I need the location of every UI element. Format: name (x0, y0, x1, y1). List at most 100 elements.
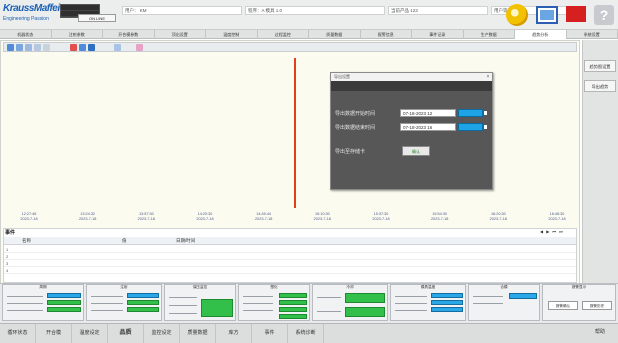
time-tick-label: 15:10:30 2023-7-18 (313, 212, 331, 221)
stop-icon[interactable] (70, 44, 77, 51)
panel-title: 注射 (120, 285, 128, 289)
online-button[interactable]: ON LINE (78, 14, 116, 22)
time-tick-label: 15:37:30 2023-7-18 (372, 212, 390, 221)
tab-ejector[interactable]: 顶出设置 (155, 30, 206, 39)
tab-injection[interactable]: 注射参数 (52, 30, 103, 39)
list-item[interactable]: 2 (4, 253, 576, 260)
column-datetime[interactable]: 日期/时间 (176, 238, 195, 244)
pan-icon[interactable] (25, 44, 32, 51)
nav-mold[interactable]: 开合模 (36, 324, 72, 343)
alarm-ack-button[interactable]: 报警确认 (548, 301, 578, 310)
status-cell (431, 293, 463, 298)
close-icon[interactable]: × (484, 73, 492, 81)
nav-cycle[interactable]: 循环状态 (0, 324, 36, 343)
nav-recipe[interactable]: 库方 (216, 324, 252, 343)
dialog-title: 导出设置 (331, 73, 492, 81)
end-time-input[interactable]: 07-18-2023 16 (400, 123, 456, 131)
list-nav-icons[interactable]: ◀ ▶ ⏮ ⏭ (540, 229, 564, 234)
tab-trend[interactable]: 趋势分析 (515, 30, 567, 39)
start-spinner-arrow-icon (484, 111, 487, 115)
status-text-line (317, 311, 341, 312)
column-name[interactable]: 名称 (22, 238, 31, 244)
start-time-label: 导出数据开始时间 (335, 111, 376, 117)
tab-quality[interactable]: 质量数据 (309, 30, 361, 39)
status-text-line (243, 310, 273, 311)
tab-system[interactable]: 系统设置 (567, 30, 618, 39)
list-item[interactable]: 4 (4, 267, 576, 274)
status-text-line (243, 303, 273, 304)
end-time-spinner[interactable] (458, 123, 483, 131)
column-value[interactable]: 值 (122, 238, 127, 244)
help-icon[interactable]: ? (594, 5, 614, 25)
status-cell (431, 307, 463, 312)
panel-title: 报警显示 (571, 285, 587, 289)
tab-temperature[interactable]: 温度控制 (206, 30, 258, 39)
start-time-input[interactable]: 07-18-2023 12 (400, 109, 456, 117)
nav-quality[interactable]: 品质 (108, 324, 144, 343)
screen-icon[interactable] (536, 6, 558, 24)
language-flag-icon[interactable] (566, 6, 586, 22)
tab-production[interactable]: 生产数据 (464, 30, 515, 39)
status-text-line (91, 303, 123, 304)
status-lamp-icon[interactable] (506, 4, 528, 26)
nav-diagnostics[interactable]: 系统诊断 (288, 324, 324, 343)
trend-settings-button[interactable]: 趋势图设置 (584, 60, 616, 72)
nav-temperature[interactable]: 温度设定 (72, 324, 108, 343)
nav-help[interactable]: 帮助 (582, 323, 618, 343)
krauss-maffei-logo: KraussMaffei Engineering Passion (3, 3, 60, 23)
save-icon[interactable] (88, 44, 95, 51)
play-icon[interactable] (79, 44, 86, 51)
confirm-export-button[interactable]: 确认 (402, 146, 430, 156)
time-tick-label: 12:27:46 2023-7-18 (20, 212, 38, 221)
settings-icon[interactable] (114, 44, 121, 51)
event-list-header: 名称 值 日期/时间 (4, 237, 576, 245)
list-item[interactable]: 1 (4, 246, 576, 253)
status-panel-mold-temp[interactable]: 模具温度 (390, 284, 466, 321)
start-time-spinner[interactable] (458, 109, 483, 117)
tab-machine-status[interactable]: 机器状态 (0, 30, 52, 39)
tab-events[interactable]: 事件记录 (412, 30, 464, 39)
status-panel-cycle[interactable]: 周期 (2, 284, 84, 321)
status-panel-plasticizing[interactable]: 塑化 (238, 284, 310, 321)
status-text-line (395, 296, 427, 297)
nav-events[interactable]: 事件 (252, 324, 288, 343)
curve-icon[interactable] (136, 44, 143, 51)
status-text-line (169, 297, 197, 298)
status-text-line (395, 310, 427, 311)
end-time-label: 导出数据结束时间 (335, 125, 376, 131)
panel-title: 周期 (39, 285, 47, 289)
list-item[interactable]: 3 (4, 260, 576, 267)
status-text-line (91, 310, 123, 311)
export-trend-button[interactable]: 导出趋势 (584, 80, 616, 92)
tab-mold[interactable]: 开合模参数 (103, 30, 155, 39)
status-text-line (169, 313, 197, 314)
status-panel-injection[interactable]: 注射 (86, 284, 162, 321)
time-tick-label: 14:45:44 2023-7-18 (255, 212, 273, 221)
panel-title: 合模 (500, 285, 508, 289)
status-cell (47, 300, 81, 305)
status-panel-clamping[interactable]: 合模 (468, 284, 540, 321)
panel-title: 模具温度 (420, 285, 436, 289)
status-cell (279, 314, 307, 319)
cursor-icon[interactable] (43, 44, 50, 51)
status-panel-cooling[interactable]: 冷却 (312, 284, 388, 321)
time-tick-label: 13:57:30 2023-7-18 (137, 212, 155, 221)
status-cell (47, 307, 81, 312)
status-panel-holding[interactable]: 保压监控 (164, 284, 236, 321)
zoom-in-icon[interactable] (7, 44, 14, 51)
header-user-field: 用户： KM (122, 6, 242, 15)
nav-quality-data[interactable]: 质量数据 (180, 324, 216, 343)
tab-process[interactable]: 过程监控 (258, 30, 309, 39)
nav-monitor[interactable]: 监控设定 (144, 324, 180, 343)
status-text-line (7, 303, 43, 304)
panel-title: 保压监控 (192, 285, 208, 289)
status-cell (509, 293, 537, 299)
tab-alarms[interactable]: 报警信息 (361, 30, 412, 39)
status-text-line (7, 310, 43, 311)
status-cell (431, 300, 463, 305)
reset-view-icon[interactable] (34, 44, 41, 51)
status-cell (127, 300, 159, 305)
trend-cursor-line[interactable] (294, 58, 296, 208)
zoom-out-icon[interactable] (16, 44, 23, 51)
alarm-history-button[interactable]: 报警历史 (582, 301, 612, 310)
